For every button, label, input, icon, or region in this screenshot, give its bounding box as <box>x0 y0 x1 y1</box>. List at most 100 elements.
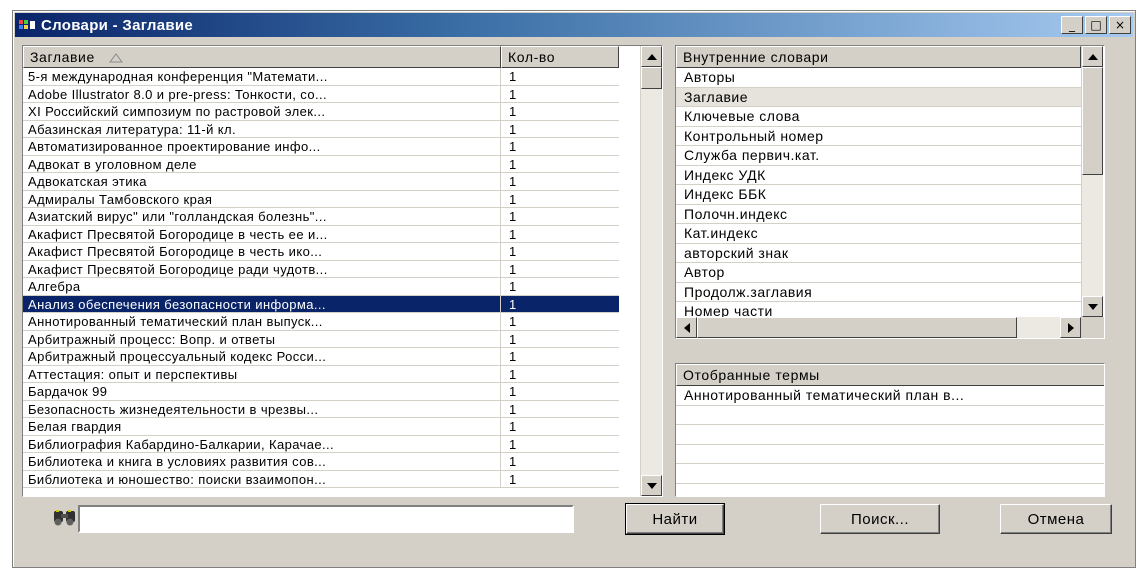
table-row[interactable]: Библиография Кабардино-Балкарии, Карачае… <box>23 435 619 453</box>
table-row[interactable]: Акафист Пресвятой Богородице в честь ее … <box>23 225 619 243</box>
titles-list-header: Заглавие Кол-во <box>23 46 619 68</box>
binoculars-icon <box>53 509 79 527</box>
row-count: 1 <box>509 209 517 224</box>
row-title: Адвокат в уголовном деле <box>23 155 501 172</box>
scroll-thumb[interactable] <box>641 67 662 89</box>
row-count: 1 <box>509 331 517 347</box>
selected-terms-list[interactable]: Отобранные термы Аннотированный тематиче… <box>675 363 1105 497</box>
list-item[interactable]: Контрольный номер <box>676 127 1081 146</box>
list-item[interactable]: Индекс ББК <box>676 185 1081 205</box>
row-count: 1 <box>509 436 517 452</box>
table-row[interactable]: Автоматизированное проектирование инфо..… <box>23 138 619 156</box>
titles-rows: 5-я международная конференция "Математи.… <box>23 68 619 488</box>
row-title: Автоматизированное проектирование инфо..… <box>23 138 501 155</box>
list-item[interactable]: Аннотированный тематический план в... <box>676 386 1104 406</box>
list-item[interactable]: Авторы <box>676 68 1081 88</box>
row-title: Аттестация: опыт и перспективы <box>23 365 501 382</box>
window-controls: _ □ × <box>1061 16 1131 34</box>
empty-line <box>676 406 1104 425</box>
close-button[interactable]: × <box>1109 16 1131 34</box>
list-item[interactable]: Ключевые слова <box>676 107 1081 127</box>
row-count: 1 <box>509 366 517 382</box>
titles-list[interactable]: Заглавие Кол-во 5-я международная конфер… <box>22 45 663 497</box>
table-row[interactable]: Абазинская литература: 11-й кл. 1 <box>23 120 619 138</box>
list-item[interactable]: авторский знак <box>676 244 1081 263</box>
selected-terms-column[interactable]: Отобранные термы <box>676 364 1104 386</box>
arrow-up-icon <box>646 53 657 60</box>
internal-dictionaries-list[interactable]: Внутренние словари Авторы Заглавие Ключевы… <box>675 45 1105 339</box>
minimize-button[interactable]: _ <box>1061 16 1083 34</box>
row-title: Акафист Пресвятой Богородице в честь ико… <box>23 243 501 260</box>
sort-ascending-icon <box>109 48 124 67</box>
table-row[interactable]: Акафист Пресвятой Богородице в честь ико… <box>23 243 619 261</box>
list-item[interactable]: Полочн.индекс <box>676 205 1081 224</box>
list-item[interactable]: Кат.индекс <box>676 224 1081 244</box>
column-header-count[interactable]: Кол-во <box>501 46 619 68</box>
table-row[interactable]: Белая гвардия 1 <box>23 418 619 436</box>
row-count: 1 <box>509 69 517 84</box>
selected-terms-header: Отобранные термы <box>676 364 1104 386</box>
dictionaries-vertical-scrollbar[interactable] <box>1081 46 1103 317</box>
list-item[interactable]: Заглавие <box>676 87 1081 107</box>
row-title: Безопасность жизнедеятельности в чрезвы.… <box>23 400 501 417</box>
column-header-title[interactable]: Заглавие <box>23 46 501 68</box>
table-row[interactable]: Алгебра 1 <box>23 278 619 296</box>
dictionaries-horizontal-scrollbar[interactable] <box>676 317 1081 338</box>
search-button[interactable]: Поиск... <box>820 504 940 534</box>
row-count: 1 <box>509 191 517 207</box>
table-row[interactable]: Арбитражный процессуальный кодекс Росси.… <box>23 348 619 366</box>
table-row[interactable]: Библиотека и книга в условиях развития с… <box>23 453 619 471</box>
row-title: Библиотека и юношество: поиски взаимопон… <box>23 470 501 487</box>
arrow-right-icon <box>1067 322 1074 333</box>
row-count: 1 <box>509 384 517 399</box>
table-row[interactable]: Азиатский вирус" или "голландская болезн… <box>23 208 619 226</box>
table-row[interactable]: Adobe Illustrator 8.0 и pre-press: Тонко… <box>23 85 619 103</box>
scroll-up-button[interactable] <box>641 46 662 67</box>
table-row[interactable]: Безопасность жизнедеятельности в чрезвы.… <box>23 400 619 418</box>
table-row[interactable]: Бардачок 99 1 <box>23 383 619 401</box>
empty-line <box>676 425 1104 445</box>
find-button[interactable]: Найти <box>625 503 725 535</box>
table-row[interactable]: Анализ обеспечения безопасности информа.… <box>23 295 619 313</box>
table-row[interactable]: Акафист Пресвятой Богородице ради чудотв… <box>23 260 619 278</box>
table-row[interactable]: Адмиралы Тамбовского края 1 <box>23 190 619 208</box>
row-title: Белая гвардия <box>23 418 501 435</box>
arrow-up-icon <box>1087 53 1098 60</box>
row-title: Анализ обеспечения безопасности информа.… <box>23 295 501 312</box>
table-row[interactable]: Адвокатская этика 1 <box>23 173 619 191</box>
title-bar[interactable]: Словари - Заглавие _ □ × <box>15 13 1133 37</box>
titles-vertical-scrollbar[interactable] <box>640 46 662 496</box>
dict-scroll-up-button[interactable] <box>1082 46 1103 67</box>
row-count: 1 <box>509 86 517 102</box>
table-row[interactable]: Арбитражный процесс: Вопр. и ответы 1 <box>23 330 619 348</box>
internal-dictionaries-header: Внутренние словари <box>676 46 1081 68</box>
list-item[interactable]: Автор <box>676 263 1081 283</box>
row-title: Азиатский вирус" или "голландская болезн… <box>23 208 501 225</box>
list-item[interactable]: Индекс УДК <box>676 166 1081 185</box>
row-title: Акафист Пресвятой Богородице в честь ее … <box>23 225 501 242</box>
table-row[interactable]: Адвокат в уголовном деле 1 <box>23 155 619 173</box>
app-icon <box>19 18 37 32</box>
dict-hscroll-thumb[interactable] <box>697 317 1017 338</box>
dict-scroll-thumb[interactable] <box>1082 67 1103 175</box>
row-title: Адвокатская этика <box>23 173 501 190</box>
scroll-down-button[interactable] <box>641 475 662 496</box>
row-count: 1 <box>509 419 517 434</box>
table-row[interactable]: Аннотированный тематический план выпуск.… <box>23 313 619 331</box>
table-row[interactable]: Библиотека и юношество: поиски взаимопон… <box>23 470 619 488</box>
table-row[interactable]: 5-я международная конференция "Математи.… <box>23 68 619 86</box>
maximize-button[interactable]: □ <box>1085 16 1107 34</box>
list-item[interactable]: Служба первич.кат. <box>676 146 1081 166</box>
empty-line <box>676 484 1104 497</box>
dict-scroll-left-button[interactable] <box>676 317 697 338</box>
dict-scroll-right-button[interactable] <box>1060 317 1081 338</box>
cancel-button[interactable]: Отмена <box>1000 504 1112 534</box>
row-title: Библиография Кабардино-Балкарии, Карачае… <box>23 435 501 452</box>
table-row[interactable]: Аттестация: опыт и перспективы 1 <box>23 365 619 383</box>
internal-dictionaries-label: Внутренние словари <box>683 49 829 65</box>
dict-scroll-down-button[interactable] <box>1082 296 1103 317</box>
list-item[interactable]: Продолж.заглавия <box>676 283 1081 302</box>
internal-dictionaries-column[interactable]: Внутренние словари <box>676 46 1081 68</box>
table-row[interactable]: XI Российский симпозиум по растровой эле… <box>23 103 619 121</box>
search-input[interactable] <box>78 505 574 533</box>
